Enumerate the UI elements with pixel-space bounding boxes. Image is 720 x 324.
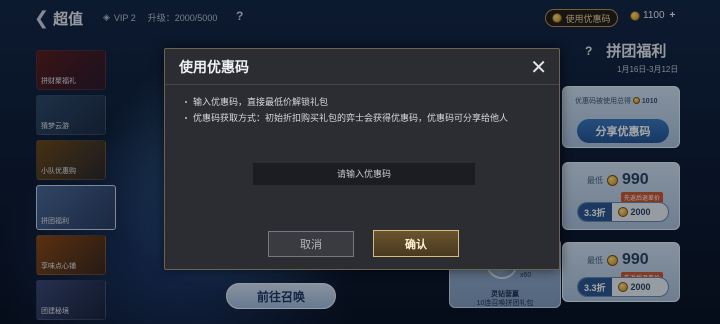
coupon-code-input[interactable] xyxy=(253,163,475,185)
confirm-button[interactable]: 确认 xyxy=(373,230,459,257)
cancel-button[interactable]: 取消 xyxy=(268,231,354,257)
rule-1: 输入优惠码，直接最低价解锁礼包 xyxy=(185,95,549,109)
rule-2: 优惠码获取方式：初始折扣购买礼包的弈士会获得优惠码，优惠码可分享给他人 xyxy=(185,111,549,125)
dialog-title: 使用优惠码 xyxy=(179,58,249,75)
screen: ❮ 超值 ◈ VIP 2 升级：2000/5000 ? 使用优惠码 1100 +… xyxy=(0,0,720,324)
dialog-header: 使用优惠码 xyxy=(165,49,559,85)
coupon-dialog: 使用优惠码 ✕ 输入优惠码，直接最低价解锁礼包 优惠码获取方式：初始折扣购买礼包… xyxy=(164,48,560,270)
dialog-rules: 输入优惠码，直接最低价解锁礼包 优惠码获取方式：初始折扣购买礼包的弈士会获得优惠… xyxy=(185,95,549,125)
close-icon[interactable]: ✕ xyxy=(530,55,547,80)
